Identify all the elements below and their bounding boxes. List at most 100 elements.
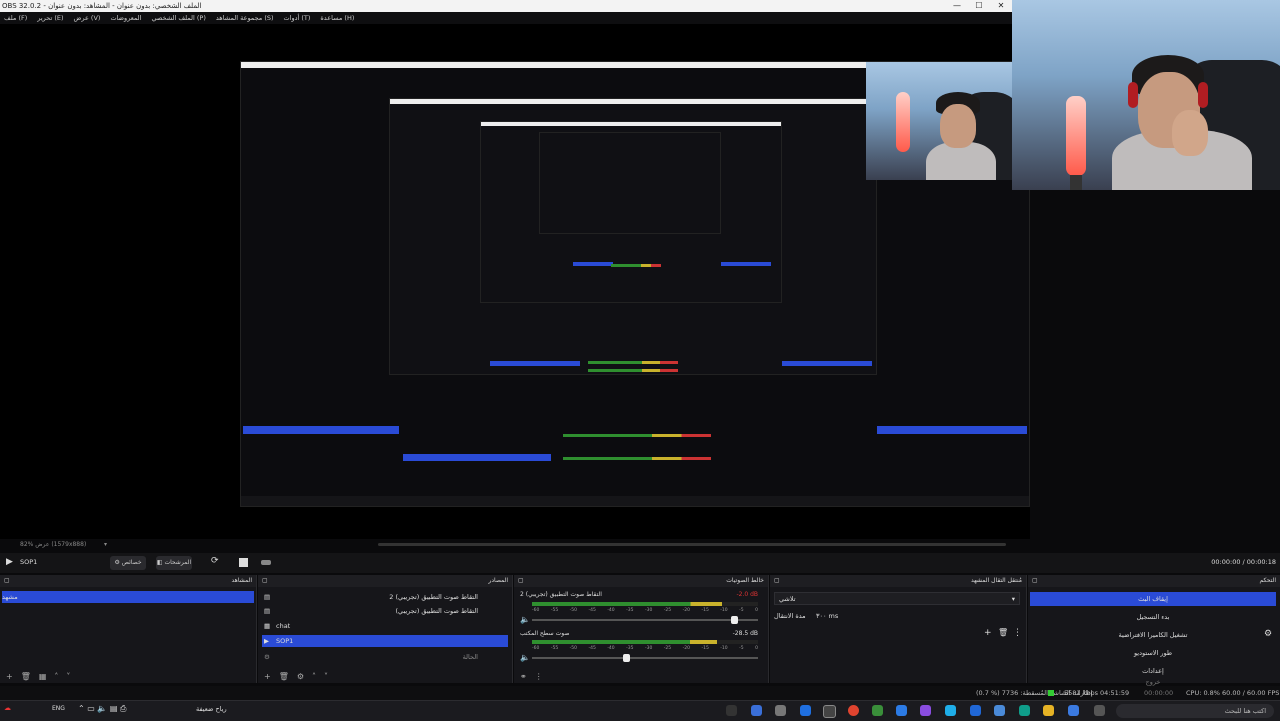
settings-button[interactable]: إعدادات [1030, 664, 1276, 678]
source-item-selected[interactable]: ▶ SOP1 [262, 635, 508, 647]
trash-icon[interactable]: 🗑 [998, 628, 1008, 637]
arrow-up-icon[interactable]: ˄ [54, 672, 58, 681]
window-controls: — ☐ ✕ [946, 0, 1012, 12]
scale-tick: -10 [720, 646, 728, 651]
scale-tick: -10 [720, 608, 728, 613]
chevron-down-icon[interactable]: ▾ [104, 541, 107, 548]
app-icon[interactable] [1068, 705, 1079, 716]
folder-icon[interactable] [1043, 705, 1054, 716]
nested-capture-3 [480, 121, 782, 303]
mixer-channel-name: التقاط صوت التطبيق (تجريبي) 2 [520, 591, 602, 598]
source-item[interactable]: ▦ chat [262, 620, 508, 632]
scale-tick: -30 [644, 646, 653, 651]
transition-type-select[interactable]: تلاشي ▾ [774, 592, 1020, 605]
volume-knob [622, 654, 630, 662]
menu-view[interactable]: عرض (V) [74, 12, 101, 24]
play-icon[interactable]: ▶ [6, 557, 13, 567]
scale-tick: -15 [701, 646, 709, 651]
app-icon[interactable] [751, 705, 762, 716]
bitrate: 5581 kbps [1064, 689, 1099, 697]
app-icon[interactable] [872, 705, 883, 716]
menu-file[interactable]: ملف (F) [4, 12, 27, 24]
app-icon[interactable] [920, 705, 931, 716]
mixer-dock-header: ▢ خالط الصوتيات [514, 575, 768, 587]
scale-tick: -50 [569, 646, 578, 651]
tray-weather-text[interactable]: رياح ضعيفة [196, 705, 227, 713]
add-icon[interactable]: + [6, 672, 13, 681]
menu-tools[interactable]: أدوات (T) [284, 12, 311, 24]
grid-icon[interactable]: ▦ [39, 672, 47, 681]
menu-bar: ملف (F) تحرير (E) عرض (V) المعروضات المل… [0, 12, 1016, 24]
menu-profile[interactable]: الملف الشخصي (P) [151, 12, 205, 24]
more-icon[interactable]: ⋮ [1013, 628, 1022, 638]
tray-icons[interactable]: ⌃ ▭ 🔈 ▤ ⎙ [78, 704, 126, 714]
scene-item[interactable]: مشهد [2, 591, 254, 603]
mixer-channel-db: -28.5 dB [732, 630, 758, 637]
link-icon[interactable]: ⚭ [520, 672, 527, 681]
exit-button[interactable]: خروج [1030, 678, 1276, 686]
app-icon[interactable] [726, 705, 737, 716]
scale-tick: -15 [701, 608, 709, 613]
app-icon[interactable] [970, 705, 981, 716]
sources-toolbar: + 🗑 ⚙ ˄ ˅ [258, 669, 512, 683]
trash-icon[interactable]: 🗑 [279, 672, 289, 681]
app-icon[interactable] [994, 705, 1005, 716]
trash-icon[interactable]: 🗑 [21, 672, 31, 681]
stop-icon[interactable] [239, 558, 248, 567]
scale-tick: -50 [569, 608, 578, 613]
audio-icon: ▤ [264, 593, 271, 601]
search-box[interactable]: اكتب هنا للبحث [1116, 704, 1274, 718]
chevron-down-icon: ▾ [1011, 595, 1015, 603]
weather-icon[interactable]: ☁ [4, 704, 11, 712]
app-icon[interactable] [945, 705, 956, 716]
menu-docks[interactable]: المعروضات [110, 12, 141, 24]
volume-slider[interactable] [532, 616, 758, 624]
controls-dock-header: ▢ التحكم [1028, 575, 1280, 587]
add-icon[interactable]: + [264, 672, 271, 681]
transitions-dock: ▢ مُنتقل التقال المشهد تلاشي ▾ مدة الانتق… [770, 575, 1027, 683]
chrome-icon[interactable] [848, 705, 859, 716]
source-item[interactable]: ⚙ الحالة [262, 651, 508, 663]
media-toggle-icon[interactable] [261, 560, 271, 565]
transition-duration-input[interactable]: ٣٠٠ ms [816, 612, 838, 620]
arrow-down-icon[interactable]: ˅ [324, 672, 328, 681]
app-icon[interactable] [800, 705, 811, 716]
transitions-dock-header: ▢ مُنتقل التقال المشهد [770, 575, 1026, 587]
close-button[interactable]: ✕ [990, 0, 1012, 12]
preview-scrollbar[interactable] [378, 543, 1006, 546]
settings-app-icon[interactable] [775, 705, 786, 716]
speaker-icon[interactable]: 🔈 [520, 653, 530, 662]
audio-mixer-dock: ▢ خالط الصوتيات التقاط صوت التطبيق (تجريب… [514, 575, 769, 683]
filters-button[interactable]: ◧ المرشحات [156, 556, 192, 570]
start-recording-button[interactable]: بدء التسجيل [1030, 610, 1276, 624]
volume-slider[interactable] [532, 654, 758, 662]
properties-button[interactable]: ⚙ خصائص [110, 556, 146, 570]
gear-icon[interactable]: ⚙ [297, 672, 304, 681]
source-item[interactable]: ▤ التقاط صوت التطبيق (تجريبي) 2 [262, 591, 508, 603]
maximize-button[interactable]: ☐ [968, 0, 990, 12]
obs-app-icon[interactable] [823, 705, 836, 718]
keyboard-language[interactable]: ENG [52, 705, 65, 712]
refresh-icon[interactable]: ⟳ [211, 556, 219, 566]
minimize-button[interactable]: — [946, 0, 968, 12]
scale-tick: 0 [755, 608, 758, 613]
add-icon[interactable]: + [984, 628, 992, 638]
scale-tick: -45 [588, 608, 596, 613]
studio-mode-button[interactable]: طور الاستوديو [1030, 646, 1276, 660]
menu-edit[interactable]: تحرير (E) [37, 12, 63, 24]
source-item[interactable]: ▤ التقاط صوت التطبيق (تجريبي) [262, 605, 508, 617]
more-icon[interactable]: ⋮ [535, 672, 543, 681]
app-icon[interactable] [896, 705, 907, 716]
media-timecode: 00:00:00 / 00:00:18 [1211, 558, 1276, 566]
gear-icon[interactable]: ⚙ [1264, 629, 1272, 639]
menu-scene-collection[interactable]: مجموعة المشاهد (S) [216, 12, 274, 24]
arrow-up-icon[interactable]: ˄ [312, 672, 316, 681]
virtual-camera-button[interactable]: تشغيل الكاميرا الافتراضية [1030, 628, 1276, 642]
task-view-icon[interactable] [1094, 705, 1105, 716]
zoom-label: 82% عرض (1579x888) [20, 541, 87, 548]
stop-streaming-button[interactable]: إيقاف البث [1030, 592, 1276, 606]
speaker-icon[interactable]: 🔈 [520, 615, 530, 624]
edge-icon[interactable] [1019, 705, 1030, 716]
arrow-down-icon[interactable]: ˅ [66, 672, 70, 681]
menu-help[interactable]: مساعدة (H) [320, 12, 354, 24]
